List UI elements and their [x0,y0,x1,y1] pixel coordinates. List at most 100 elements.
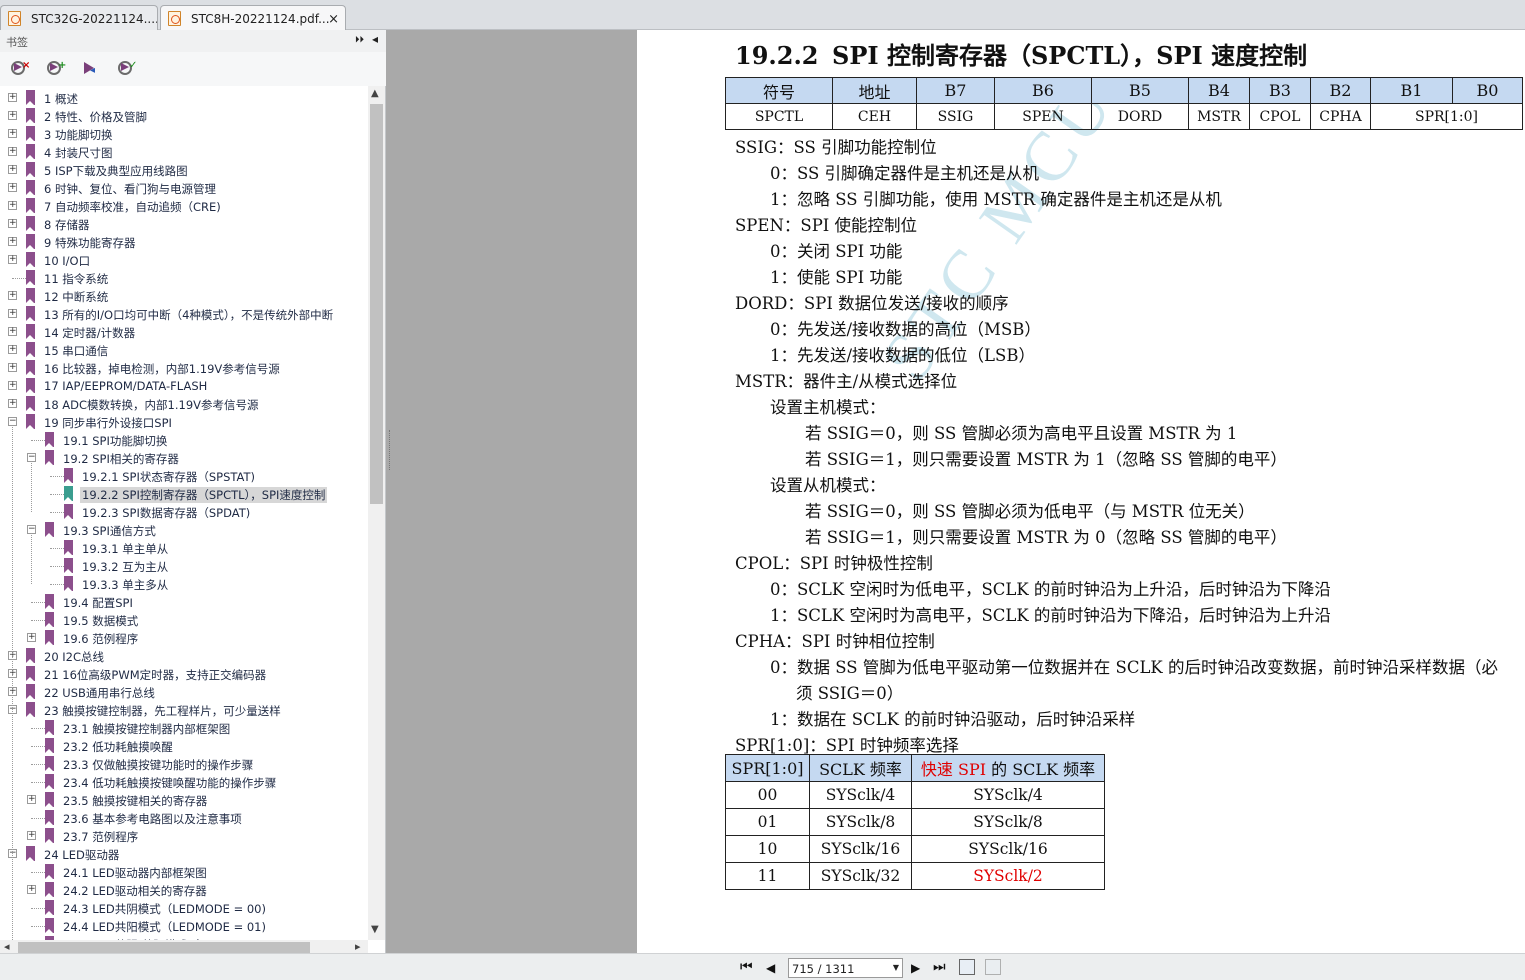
tab-stc32g[interactable]: STC32G-20221124.... [0,5,158,30]
bookmark-item[interactable]: +13 所有的I/O口均可中断（4种模式），不是传统外部中断 [0,305,368,323]
bookmark-item[interactable]: +23.5 触摸按键相关的寄存器 [0,791,368,809]
bookmark-item[interactable]: −24 LED驱动器 [0,845,368,863]
bookmark-item[interactable]: +6 时钟、复位、看门狗与电源管理 [0,179,368,197]
bookmark-item[interactable]: 24.1 LED驱动器内部框架图 [0,863,368,881]
collapse-panel-icon[interactable]: ◂ [372,32,378,46]
next-bookmark-icon[interactable]: ✓ [117,60,137,78]
tab-stc8h[interactable]: STC8H-20221124.pdf... × [160,5,346,31]
expand-node-icon[interactable]: + [8,219,17,228]
expand-node-icon[interactable]: + [8,363,17,372]
expand-node-icon[interactable]: + [27,831,36,840]
fit-page-icon[interactable] [959,959,975,975]
bookmark-item[interactable]: 19.2.1 SPI状态寄存器（SPSTAT) [0,467,368,485]
bookmark-item[interactable]: 11 指令系统 [0,269,368,287]
previous-page-icon[interactable]: ◀ [766,961,775,975]
expand-node-icon[interactable]: + [8,345,17,354]
bookmark-item[interactable]: +24.2 LED驱动相关的寄存器 [0,881,368,899]
bookmark-item[interactable]: +3 功能脚切换 [0,125,368,143]
bookmark-item[interactable]: +22 USB通用串行总线 [0,683,368,701]
bookmark-item[interactable]: +1 概述 [0,89,368,107]
scroll-left-icon[interactable]: ◂ [4,940,10,953]
bookmark-item[interactable]: +19.6 范例程序 [0,629,368,647]
close-icon[interactable]: × [328,12,339,27]
bookmark-item[interactable]: +17 IAP/EEPROM/DATA-FLASH [0,377,368,395]
add-bookmark-icon[interactable]: + [46,60,66,78]
bookmark-item[interactable]: 19.2.2 SPI控制寄存器（SPCTL），SPI速度控制 [0,485,368,503]
bookmark-item[interactable]: +18 ADC模数转换，内部1.19V参考信号源 [0,395,368,413]
bookmark-item[interactable]: 24.3 LED共阴模式（LEDMODE = 00) [0,899,368,917]
expand-node-icon[interactable]: + [27,633,36,642]
tree-connector [31,535,32,584]
collapse-node-icon[interactable]: − [8,417,17,426]
bookmark-item[interactable]: +16 比较器，掉电检测，内部1.19V参考信号源 [0,359,368,377]
bookmark-item[interactable]: +10 I/O口 [0,251,368,269]
bookmark-label: 1 概述 [44,92,78,106]
expand-node-icon[interactable]: + [8,237,17,246]
expand-node-icon[interactable]: + [8,255,17,264]
collapse-node-icon[interactable]: − [27,525,36,534]
bookmark-item[interactable]: +5 ISP下载及典型应用线路图 [0,161,368,179]
expand-node-icon[interactable]: + [8,111,17,120]
bookmark-item[interactable]: +12 中断系统 [0,287,368,305]
scroll-right-icon[interactable]: ▸ [355,940,361,953]
bookmark-item[interactable]: 19.3.2 互为主从 [0,557,368,575]
expand-node-icon[interactable]: + [8,381,17,390]
delete-bookmark-icon[interactable]: × [10,60,30,78]
scroll-down-icon[interactable]: ▼ [371,924,379,935]
bookmark-item[interactable]: +4 封装尺寸图 [0,143,368,161]
expand-node-icon[interactable]: + [8,309,17,318]
expand-node-icon[interactable]: + [8,183,17,192]
first-page-icon[interactable]: ⏮ [740,959,753,975]
bookmark-item[interactable]: 23.3 仅做触摸按键功能时的操作步骤 [0,755,368,773]
bookmark-item[interactable]: +8 存储器 [0,215,368,233]
bookmark-item[interactable]: − 19.2 SPI相关的寄存器 [0,449,368,467]
scroll-up-icon[interactable]: ▲ [371,88,379,99]
bookmark-item[interactable]: 23.6 基本参考电路图以及注意事项 [0,809,368,827]
bookmark-item[interactable]: − 19 同步串行外设接口SPI [0,413,368,431]
expand-node-icon[interactable]: + [8,165,17,174]
expand-panel-icon[interactable]: ⏵⏵ [355,35,364,45]
bookmark-item[interactable]: +2 特性、价格及管脚 [0,107,368,125]
bookmark-item[interactable]: 19.3.3 单主多从 [0,575,368,593]
expand-node-icon[interactable]: + [8,399,17,408]
scroll-thumb[interactable] [370,104,383,504]
collapse-node-icon[interactable]: − [27,453,36,462]
two-page-view-icon[interactable] [985,959,1001,975]
reg-head-cell: B2 [1310,77,1371,104]
bookmark-item[interactable]: +9 特殊功能寄存器 [0,233,368,251]
expand-node-icon[interactable]: + [27,885,36,894]
bookmark-item[interactable]: 19.3.1 单主单从 [0,539,368,557]
bookmark-item[interactable]: 23.2 低功耗触摸唤醒 [0,737,368,755]
bookmark-label: 24.2 LED驱动相关的寄存器 [63,884,207,898]
bookmark-item[interactable]: +23.7 范例程序 [0,827,368,845]
expand-node-icon[interactable]: + [8,291,17,300]
bookmark-item[interactable]: +14 定时器/计数器 [0,323,368,341]
page-number-select[interactable]: 715 / 1311 ▼ [788,958,903,978]
bookmark-item[interactable]: +15 串口通信 [0,341,368,359]
expand-node-icon[interactable]: + [27,795,36,804]
expand-node-icon[interactable]: + [8,201,17,210]
next-page-icon[interactable]: ▶ [911,961,920,975]
bookmark-item[interactable]: 19.5 数据模式 [0,611,368,629]
splitter-grip[interactable] [389,430,392,470]
bookmark-item[interactable]: +7 自动频率校准，自动追频（CRE) [0,197,368,215]
last-page-icon[interactable]: ⏭ [933,959,946,975]
bookmark-item[interactable]: 24.4 LED共阳模式（LEDMODE = 01) [0,917,368,935]
bookmark-item[interactable]: 19.2.3 SPI数据寄存器（SPDAT) [0,503,368,521]
bookmark-item[interactable]: − 19.3 SPI通信方式 [0,521,368,539]
bookmark-item[interactable]: 23.4 低功耗触摸按键唤醒功能的操作步骤 [0,773,368,791]
chevron-down-icon[interactable]: ▼ [893,963,899,972]
bookmark-item[interactable]: 23.1 触摸按键控制器内部框架图 [0,719,368,737]
bookmark-icon [64,468,73,483]
bookmark-item[interactable]: 19.4 配置SPI [0,593,368,611]
vertical-scrollbar[interactable]: ▲ ▼ [368,86,385,940]
previous-bookmark-icon[interactable]: ◂ [81,60,99,78]
expand-node-icon[interactable]: + [8,129,17,138]
bookmark-item[interactable]: +20 I2C总线 [0,647,368,665]
bookmark-item[interactable]: 19.1 SPI功能脚切换 [0,431,368,449]
bookmark-item[interactable]: −23 触摸按键控制器，先工程样片，可少量送样 [0,701,368,719]
bookmark-item[interactable]: +21 16位高级PWM定时器，支持正交编码器 [0,665,368,683]
expand-node-icon[interactable]: + [8,327,17,336]
expand-node-icon[interactable]: + [8,147,17,156]
expand-node-icon[interactable]: + [8,93,17,102]
